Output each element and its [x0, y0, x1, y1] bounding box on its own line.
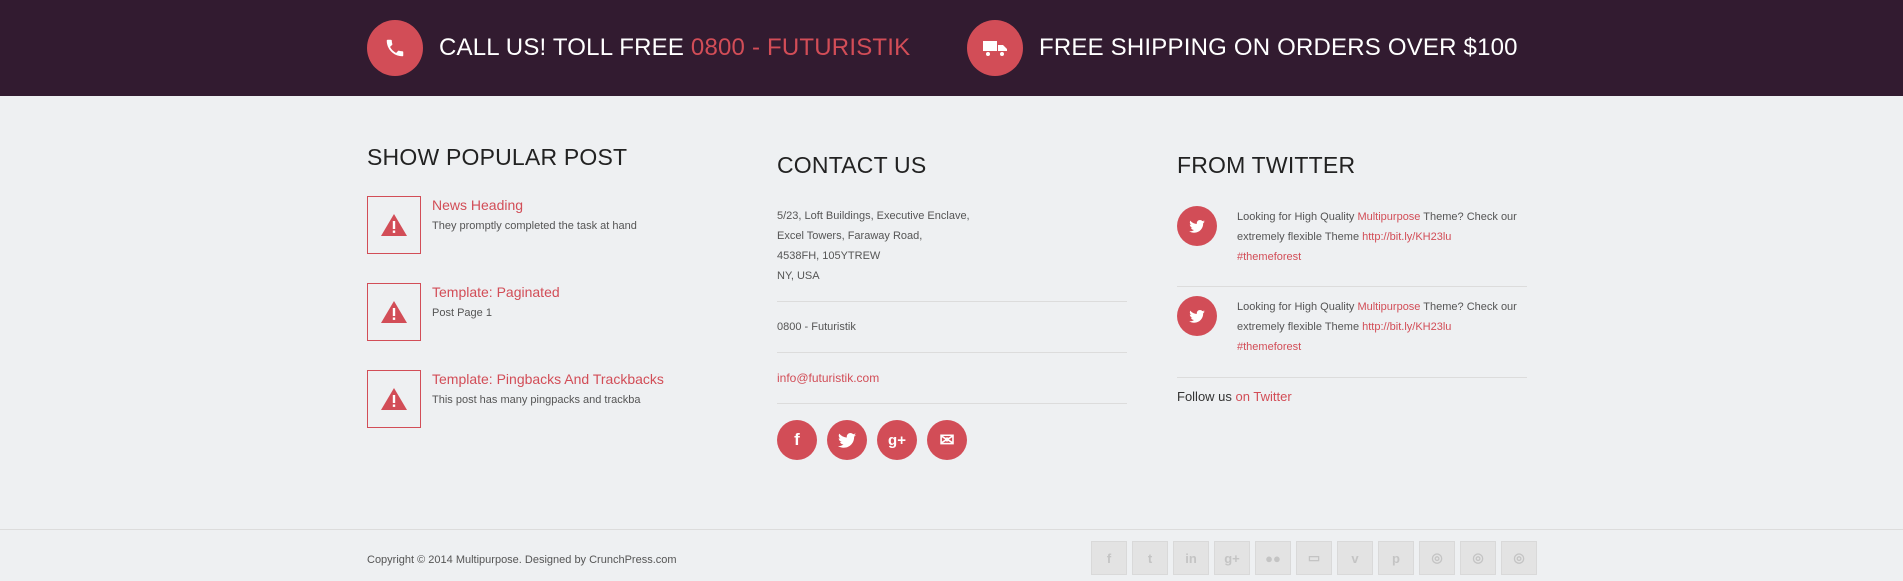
post-excerpt: Post Page 1 — [432, 307, 492, 319]
popular-posts-widget: SHOW POPULAR POST News Heading They prom… — [367, 96, 697, 436]
tweet-url-link[interactable]: http://bit.ly/KH23lu — [1362, 231, 1451, 243]
post-title[interactable]: News Heading — [432, 197, 523, 213]
popular-posts-heading: SHOW POPULAR POST — [367, 144, 628, 170]
follow-us-text: Follow us on Twitter — [1177, 389, 1292, 404]
call-us-text: CALL US! TOLL FREE 0800 - FUTURISTIK — [439, 34, 911, 61]
email-icon[interactable]: ✉ — [927, 420, 967, 460]
post-excerpt: This post has many pingpacks and trackba — [432, 394, 641, 406]
post-title[interactable]: Template: Paginated — [432, 284, 560, 300]
tweet-url-link[interactable]: http://bit.ly/KH23lu — [1362, 321, 1451, 333]
facebook-icon[interactable]: f — [777, 420, 817, 460]
bottom-bar: Copyright © 2014 Multipurpose. Designed … — [0, 529, 1903, 581]
divider — [1177, 286, 1527, 287]
google-plus-icon[interactable]: g+ — [1214, 541, 1250, 575]
divider — [1177, 377, 1527, 378]
footer-widgets: SHOW POPULAR POST News Heading They prom… — [0, 96, 1903, 530]
free-shipping-item: FREE SHIPPING ON ORDERS OVER $100 — [967, 19, 1518, 77]
contact-address: 5/23, Loft Buildings, Executive Enclave,… — [777, 206, 1127, 286]
tweet-text: Looking for High Quality Multipurpose Th… — [1237, 301, 1517, 353]
warning-icon — [367, 370, 421, 428]
flickr-icon[interactable]: ●● — [1255, 541, 1291, 575]
tweet-item: Looking for High Quality Multipurpose Th… — [1177, 296, 1527, 366]
copyright-text: Copyright © 2014 Multipurpose. Designed … — [367, 554, 677, 566]
divider — [777, 403, 1127, 404]
vimeo-icon[interactable]: v — [1337, 541, 1373, 575]
google-plus-icon[interactable]: g+ — [877, 420, 917, 460]
instagram-icon[interactable]: ◎ — [1419, 541, 1455, 575]
twitter-icon[interactable]: t — [1132, 541, 1168, 575]
divider — [777, 352, 1127, 353]
contact-email-link[interactable]: info@futuristik.com — [777, 368, 1127, 388]
toll-free-number[interactable]: 0800 - FUTURISTIK — [691, 34, 910, 61]
post-item[interactable]: Template: Paginated Post Page 1 — [367, 283, 697, 343]
tweet-item: Looking for High Quality Multipurpose Th… — [1177, 206, 1527, 276]
post-item[interactable]: News Heading They promptly completed the… — [367, 196, 697, 256]
facebook-icon[interactable]: f — [1091, 541, 1127, 575]
tweet-text: Looking for High Quality Multipurpose Th… — [1237, 211, 1517, 263]
free-shipping-text: FREE SHIPPING ON ORDERS OVER $100 — [1039, 34, 1518, 61]
contact-heading: CONTACT US — [777, 152, 927, 178]
post-title[interactable]: Template: Pingbacks And Trackbacks — [432, 371, 664, 387]
call-us-item: CALL US! TOLL FREE 0800 - FUTURISTIK — [367, 19, 910, 77]
follow-on-twitter-link[interactable]: on Twitter — [1236, 389, 1292, 404]
contact-phone: 0800 - Futuristik — [777, 321, 856, 333]
post-excerpt: They promptly completed the task at hand — [432, 220, 637, 232]
address-line: Excel Towers, Faraway Road, — [777, 230, 923, 242]
tweet-hashtag-link[interactable]: #themeforest — [1237, 341, 1301, 353]
pinterest-icon[interactable]: p — [1378, 541, 1414, 575]
post-item[interactable]: Template: Pingbacks And Trackbacks This … — [367, 370, 697, 430]
warning-icon — [367, 196, 421, 254]
truck-icon — [967, 20, 1023, 76]
address-line: 5/23, Loft Buildings, Executive Enclave, — [777, 210, 970, 222]
twitter-icon[interactable] — [827, 420, 867, 460]
twitter-heading: FROM TWITTER — [1177, 152, 1356, 178]
address-line: 4538FH, 105YTREW — [777, 250, 881, 262]
tweet-keyword-link[interactable]: Multipurpose — [1357, 301, 1420, 313]
rss-icon[interactable]: ◎ — [1501, 541, 1537, 575]
divider — [777, 301, 1127, 302]
twitter-bird-icon — [1177, 296, 1217, 336]
twitter-bird-icon — [1177, 206, 1217, 246]
twitter-widget: FROM TWITTER Looking for High Quality Mu… — [1177, 96, 1527, 436]
warning-icon — [367, 283, 421, 341]
address-line: NY, USA — [777, 270, 820, 282]
top-bar: CALL US! TOLL FREE 0800 - FUTURISTIK FRE… — [0, 0, 1903, 96]
dribbble-icon[interactable]: ◎ — [1460, 541, 1496, 575]
phone-icon — [367, 20, 423, 76]
tweet-hashtag-link[interactable]: #themeforest — [1237, 251, 1301, 263]
linkedin-icon[interactable]: in — [1173, 541, 1209, 575]
youtube-icon[interactable]: ▭ — [1296, 541, 1332, 575]
tweet-keyword-link[interactable]: Multipurpose — [1357, 211, 1420, 223]
contact-widget: CONTACT US 5/23, Loft Buildings, Executi… — [777, 96, 1127, 476]
